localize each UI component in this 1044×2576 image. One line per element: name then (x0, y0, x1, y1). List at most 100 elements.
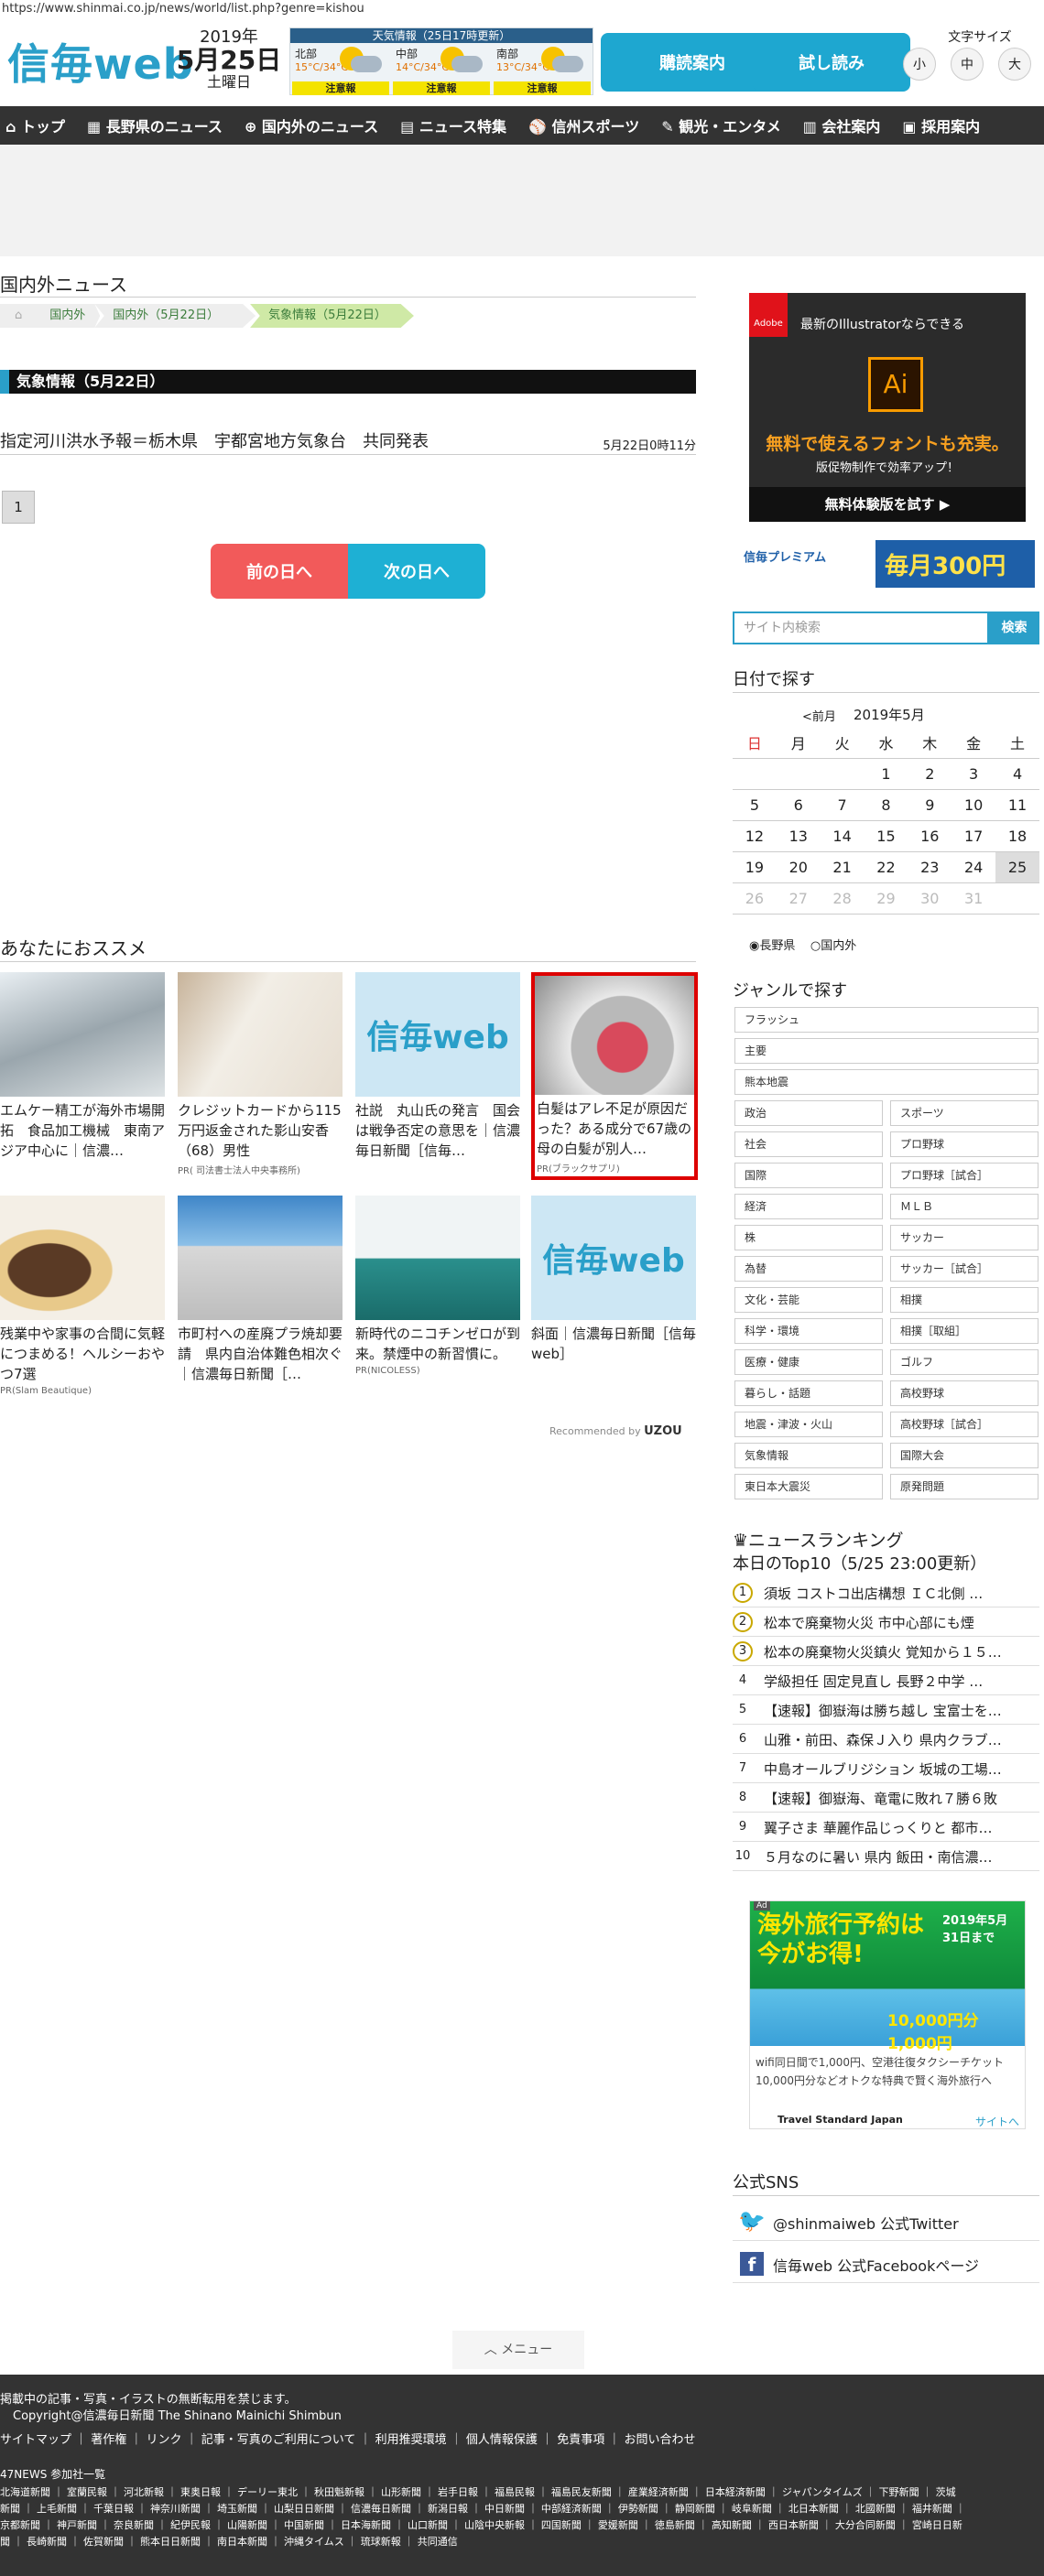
genre-item[interactable]: プロ野球［試合］ (890, 1163, 1039, 1188)
ranking-item[interactable]: 6 山雅・前田、森保Ｊ入り 県内クラブ… (733, 1725, 1039, 1754)
calendar-day[interactable]: 20 (776, 851, 821, 883)
genre-item[interactable]: サッカー［試合］ (890, 1256, 1039, 1282)
genre-item[interactable]: 相撲 (890, 1287, 1039, 1313)
calendar-day[interactable]: 10 (952, 789, 996, 821)
nav-sports[interactable]: ⚾ 信州スポーツ (528, 114, 639, 136)
footer-members[interactable]: 北海道新聞 ｜ 室蘭民報 ｜ 河北新報 ｜ 東奥日報 ｜ デーリー東北 ｜ 秋田… (0, 2484, 956, 2499)
ranking-item[interactable]: 10 ５月なのに暑い 県内 飯田・南信濃… (733, 1842, 1039, 1871)
font-size-small-button[interactable]: 小 (903, 48, 936, 81)
next-day-button[interactable]: 次の日へ (348, 544, 485, 599)
ranking-item[interactable]: 1 須坂 コストコ出店構想 ＩＣ北側 … (733, 1578, 1039, 1607)
nav-entertainment[interactable]: ✎ 観光・エンタメ (661, 114, 781, 136)
recommend-card[interactable]: 残業中や家事の合間に気軽につまめる！ヘルシーおやつ7選 PR(Slam Beau… (0, 1196, 165, 1396)
nav-top[interactable]: ⌂ トップ (5, 114, 65, 136)
nav-features[interactable]: ▤ ニュース特集 (400, 114, 506, 136)
ranking-item[interactable]: 2 松本で廃棄物火災 市中心部にも煙 (733, 1607, 1039, 1637)
genre-item[interactable]: 暮らし・話題 (734, 1380, 883, 1406)
prev-day-button[interactable]: 前の日へ (211, 544, 348, 599)
genre-item[interactable]: ＭＬＢ (890, 1194, 1039, 1219)
calendar-day[interactable]: 19 (733, 851, 777, 883)
calendar-day[interactable]: 3 (952, 758, 996, 790)
calendar-day[interactable]: 24 (952, 851, 996, 883)
genre-item[interactable]: 主要 (734, 1038, 1039, 1064)
font-size-large-button[interactable]: 大 (998, 48, 1031, 81)
site-search-input[interactable]: サイト内検索 (733, 612, 989, 644)
genre-item[interactable]: 東日本大震災 (734, 1474, 883, 1499)
site-logo[interactable]: 信毎web (7, 31, 194, 92)
calendar-day[interactable]: 14 (820, 820, 865, 852)
nav-world[interactable]: ⊕ 国内外のニュース (245, 114, 378, 136)
ranking-item[interactable]: 5 【速報】御嶽海は勝ち越し 宝富士を… (733, 1695, 1039, 1725)
calendar-day[interactable]: 5 (733, 789, 777, 821)
genre-item[interactable]: 国際 (734, 1163, 883, 1188)
radio-nagano[interactable]: ◉長野県 (749, 939, 795, 953)
breadcrumb-item[interactable]: 国内外 (31, 304, 101, 328)
genre-item[interactable]: 気象情報 (734, 1443, 883, 1468)
nav-nagano[interactable]: ▦ 長野県のニュース (87, 114, 223, 136)
genre-item[interactable]: 文化・芸能 (734, 1287, 883, 1313)
sidebar-ad-premium[interactable]: 信毎プレミアム 毎月300円 (738, 540, 1035, 588)
site-search-button[interactable]: 検索 (989, 612, 1039, 644)
genre-item[interactable]: 為替 (734, 1256, 883, 1282)
calendar-prev-month[interactable]: <前月 (802, 707, 836, 724)
genre-item[interactable]: 地震・津波・火山 (734, 1412, 883, 1437)
calendar-day[interactable]: 23 (908, 851, 952, 883)
genre-item[interactable]: フラッシュ (734, 1007, 1039, 1033)
calendar-day-today[interactable]: 25 (995, 851, 1039, 883)
calendar-day[interactable]: 12 (733, 820, 777, 852)
nav-company[interactable]: ▥ 会社案内 (803, 114, 881, 136)
calendar-day[interactable]: 1 (864, 758, 908, 790)
genre-item[interactable]: 国際大会 (890, 1443, 1039, 1468)
genre-item[interactable]: サッカー (890, 1225, 1039, 1250)
recommend-card[interactable]: 信毎web 社説 丸山氏の発言 国会は戦争否定の意思を｜信濃毎日新聞［信毎… (355, 972, 520, 1161)
menu-button[interactable]: ︿ メニュー (452, 2331, 584, 2369)
genre-item[interactable]: 社会 (734, 1131, 883, 1157)
article-item[interactable]: 指定河川洪水予報＝栃木県 宇都宮地方気象台 共同発表 5月22日0時11分 (0, 428, 696, 453)
calendar-day[interactable]: 2 (908, 758, 952, 790)
breadcrumb-item[interactable]: 国内外（5月22日） (94, 304, 256, 328)
calendar-day[interactable]: 4 (995, 758, 1039, 790)
genre-item[interactable]: 原発問題 (890, 1474, 1039, 1499)
genre-item[interactable]: 株 (734, 1225, 883, 1250)
genre-item[interactable]: スポーツ (890, 1100, 1039, 1126)
genre-item[interactable]: 科学・環境 (734, 1318, 883, 1344)
sidebar-ad-adobe[interactable]: Adobe 最新のIllustratorならできる Ai 無料で使えるフォントも… (749, 293, 1026, 522)
calendar-day[interactable]: 6 (776, 789, 821, 821)
breadcrumb-item[interactable]: ⌂ (0, 304, 38, 328)
recommend-card-highlighted[interactable]: 白髪はアレ不足が原因だった？ある成分で67歳の母の白髪が別人… PR(ブラックサ… (531, 972, 698, 1180)
calendar-day[interactable]: 13 (776, 820, 821, 852)
genre-item[interactable]: 高校野球［試合］ (890, 1412, 1039, 1437)
recommend-card[interactable]: 新時代のニコチンゼロが到来。禁煙中の新習慣に。 PR(NICOLESS) (355, 1196, 520, 1376)
recommend-card[interactable]: クレジットカードから115万円返金された影山安香（68）男性 PR( 司法書士法… (178, 972, 343, 1176)
genre-item[interactable]: 熊本地震 (734, 1069, 1039, 1095)
genre-item[interactable]: 経済 (734, 1194, 883, 1219)
calendar-day[interactable]: 18 (995, 820, 1039, 852)
calendar-day[interactable]: 7 (820, 789, 865, 821)
footer-members[interactable]: 聞 ｜ 長崎新聞 ｜ 佐賀新聞 ｜ 熊本日日新聞 ｜ 南日本新聞 ｜ 沖縄タイム… (0, 2534, 458, 2549)
ranking-item[interactable]: 4 学級担任 固定見直し 長野２中学 … (733, 1666, 1039, 1695)
calendar-day[interactable]: 15 (864, 820, 908, 852)
genre-item[interactable]: 高校野球 (890, 1380, 1039, 1406)
trial-button[interactable]: 試し読み (753, 33, 910, 92)
footer-members[interactable]: 京都新聞 ｜ 神戸新聞 ｜ 奈良新聞 ｜ 紀伊民報 ｜ 山陽新聞 ｜ 中国新聞 … (0, 2517, 962, 2532)
calendar-day[interactable]: 8 (864, 789, 908, 821)
calendar-day[interactable]: 11 (995, 789, 1039, 821)
genre-item[interactable]: プロ野球 (890, 1131, 1039, 1157)
recommended-by[interactable]: Recommended by UZOU (549, 1424, 682, 1438)
ad-cta[interactable]: 無料体験版を試す ▶ (749, 487, 1026, 522)
calendar-day[interactable]: 21 (820, 851, 865, 883)
genre-item[interactable]: 相撲［取組］ (890, 1318, 1039, 1344)
weather-panel[interactable]: 天気情報（25日17時更新） 北部 15°C/34°C 注意報 中部 14°C/… (289, 27, 593, 95)
ranking-item[interactable]: 3 松本の廃棄物火災鎮火 覚知から１５… (733, 1637, 1039, 1666)
sidebar-ad-travel[interactable]: Ad 海外旅行予約は今がお得! 2019年5月31日まで 10,000円分 1,… (749, 1900, 1026, 2129)
recommend-card[interactable]: 信毎web 斜面｜信濃毎日新聞［信毎web］ (531, 1196, 696, 1364)
genre-item[interactable]: 政治 (734, 1100, 883, 1126)
calendar-day[interactable]: 17 (952, 820, 996, 852)
genre-item[interactable]: ゴルフ (890, 1349, 1039, 1375)
genre-item[interactable]: 医療・健康 (734, 1349, 883, 1375)
pagination-page[interactable]: 1 (2, 491, 35, 524)
article-title[interactable]: 指定河川洪水予報＝栃木県 宇都宮地方気象台 共同発表 (0, 432, 429, 451)
ranking-item[interactable]: 8 【速報】御嶽海、竜電に敗れ７勝６敗 (733, 1783, 1039, 1813)
footer-links[interactable]: サイトマップ ｜ 著作権 ｜ リンク ｜ 記事・写真のご利用について ｜ 利用推… (0, 2430, 695, 2447)
footer-members[interactable]: 新聞 ｜ 上毛新聞 ｜ 千葉日報 ｜ 神奈川新聞 ｜ 埼玉新聞 ｜ 山梨日日新聞… (0, 2501, 965, 2516)
